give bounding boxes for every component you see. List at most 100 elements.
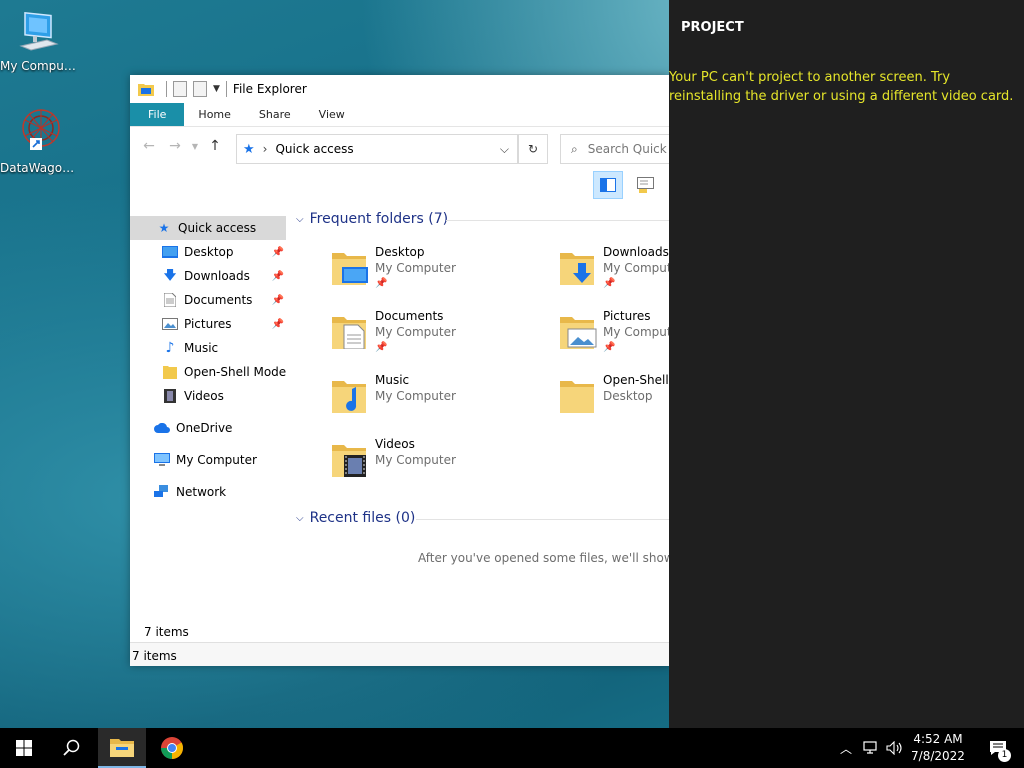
nav-item-label: Documents xyxy=(184,293,253,307)
computer-icon xyxy=(19,12,59,51)
network-tray-button[interactable] xyxy=(860,728,882,768)
properties-icon[interactable] xyxy=(173,81,187,97)
search-placeholder: Search Quick xyxy=(587,142,667,156)
tab-home[interactable]: Home xyxy=(184,103,244,126)
navigation-pane-icon xyxy=(600,178,616,192)
tab-view[interactable]: View xyxy=(305,103,359,126)
clock-date: 7/8/2022 xyxy=(911,749,965,763)
network-icon xyxy=(154,485,170,499)
quick-access-star-icon: ★ xyxy=(243,141,255,157)
pin-icon: 📌 xyxy=(603,278,616,289)
view-buttons xyxy=(593,171,661,199)
folder-desktop-icon xyxy=(332,253,368,285)
folder-tile-music[interactable]: Music My Computer xyxy=(330,373,550,429)
desktop-icon-datawagon[interactable]: DataWagon... xyxy=(0,106,78,175)
quick-access-star-icon: ★ xyxy=(158,221,170,235)
folder-location: My Computer xyxy=(603,325,669,339)
preview-pane-button[interactable] xyxy=(631,171,661,199)
nav-item-onedrive[interactable]: OneDrive xyxy=(130,416,286,440)
volume-tray-button[interactable] xyxy=(884,728,906,768)
chevron-down-icon[interactable]: ⌵ xyxy=(500,142,509,157)
status-bar-text: 7 items xyxy=(132,649,177,663)
nav-item-videos[interactable]: Videos xyxy=(130,384,286,408)
folder-tile-open-shell[interactable]: Open-Shell Modern Desktop xyxy=(558,373,669,429)
nav-item-label: OneDrive xyxy=(176,421,233,435)
folder-name: Desktop xyxy=(375,245,425,259)
tab-file[interactable]: File xyxy=(130,103,185,126)
notification-badge: 1 xyxy=(998,749,1011,762)
chevron-down-icon: ⌵ xyxy=(296,213,304,225)
nav-item-my-computer[interactable]: My Computer xyxy=(130,448,286,472)
folder-icon xyxy=(138,84,154,96)
show-hidden-icons-button[interactable]: ︿ xyxy=(836,728,856,768)
ribbon-tabs: File Home Share View xyxy=(130,103,669,127)
desktop-icon-my-computer[interactable]: My Computer xyxy=(0,8,78,73)
nav-item-downloads[interactable]: 🡇 Downloads 📌 xyxy=(130,264,286,288)
folder-name: Music xyxy=(375,373,410,387)
tab-share[interactable]: Share xyxy=(245,103,305,126)
folder-downloads-icon xyxy=(560,253,594,285)
nav-item-quick-access[interactable]: ★ Quick access xyxy=(130,216,286,240)
nav-item-music[interactable]: ♪ Music xyxy=(130,336,286,360)
nav-item-label: Videos xyxy=(184,389,224,403)
pin-icon: 📌 xyxy=(271,318,284,330)
up-button[interactable]: ↑ xyxy=(202,138,228,154)
nav-item-documents[interactable]: Documents 📌 xyxy=(130,288,286,312)
nav-item-network[interactable]: Network xyxy=(130,480,286,504)
picture-icon xyxy=(162,317,178,331)
recent-locations-icon[interactable]: ▼ xyxy=(188,142,202,151)
folder-name: Pictures xyxy=(603,309,651,323)
frequent-folders-header[interactable]: ⌵ Frequent folders (7) xyxy=(296,211,448,227)
folder-name: Documents xyxy=(375,309,444,323)
refresh-button[interactable]: ↻ xyxy=(518,134,548,164)
folder-location: Desktop xyxy=(603,389,653,403)
start-button[interactable] xyxy=(0,728,48,768)
recent-files-header[interactable]: ⌵ Recent files (0) xyxy=(296,510,415,526)
action-center-button[interactable]: 1 xyxy=(978,728,1018,768)
folder-location: My Computer xyxy=(375,325,456,339)
search-button[interactable] xyxy=(48,728,96,768)
navigation-pane: ★ Quick access Desktop 📌 🡇 Downloads 📌 D… xyxy=(130,215,290,615)
item-count: 7 items xyxy=(144,625,189,639)
film-strip-icon xyxy=(162,389,178,403)
folder-music-icon xyxy=(332,381,366,413)
recent-files-empty-message: After you've opened some files, we'll sh… xyxy=(418,551,669,565)
title-bar: ▼ File Explorer xyxy=(130,75,669,103)
search-icon xyxy=(63,739,80,756)
nav-item-label: Downloads xyxy=(184,269,250,283)
customize-toolbar-icon[interactable]: ▼ xyxy=(213,84,220,94)
nav-item-label: My Computer xyxy=(176,453,257,467)
search-input[interactable]: ⌕ Search Quick xyxy=(560,134,669,164)
chrome-icon xyxy=(161,737,183,759)
nav-item-desktop[interactable]: Desktop 📌 xyxy=(130,240,286,264)
windows-logo-icon xyxy=(16,740,32,756)
folder-name: Videos xyxy=(375,437,415,451)
document-icon xyxy=(162,293,178,307)
folder-tile-downloads[interactable]: Downloads My Computer 📌 xyxy=(558,245,669,301)
new-folder-icon[interactable] xyxy=(193,81,207,97)
datawagon-app-icon xyxy=(22,109,60,150)
navigation-pane-button[interactable] xyxy=(593,171,623,199)
music-note-icon: ♪ xyxy=(165,340,175,356)
nav-item-open-shell[interactable]: Open-Shell Modern xyxy=(130,360,286,384)
nav-item-pictures[interactable]: Pictures 📌 xyxy=(130,312,286,336)
folder-tile-videos[interactable]: Videos My Computer xyxy=(330,437,550,493)
folder-tile-documents[interactable]: Documents My Computer 📌 xyxy=(330,309,550,365)
taskbar-chrome[interactable] xyxy=(148,728,196,768)
address-bar[interactable]: ★ › Quick access ⌵ xyxy=(236,134,518,164)
taskbar-file-explorer[interactable] xyxy=(98,728,146,768)
pin-icon: 📌 xyxy=(603,342,616,353)
folder-tile-desktop[interactable]: Desktop My Computer 📌 xyxy=(330,245,550,301)
clock[interactable]: 4:52 AM 7/8/2022 xyxy=(906,731,970,765)
chevron-right-icon: › xyxy=(262,142,268,156)
file-explorer-icon xyxy=(110,739,134,757)
pin-icon: 📌 xyxy=(375,342,388,353)
project-error-message: Your PC can't project to another screen.… xyxy=(669,70,1014,104)
folder-tile-pictures[interactable]: Pictures My Computer 📌 xyxy=(558,309,669,365)
pin-icon: 📌 xyxy=(375,278,388,289)
status-bar: 7 items xyxy=(130,642,669,666)
speaker-icon xyxy=(886,741,902,755)
back-button[interactable]: ← xyxy=(136,138,162,154)
forward-button[interactable]: → xyxy=(162,138,188,154)
folder-location: My Computer xyxy=(375,261,456,275)
